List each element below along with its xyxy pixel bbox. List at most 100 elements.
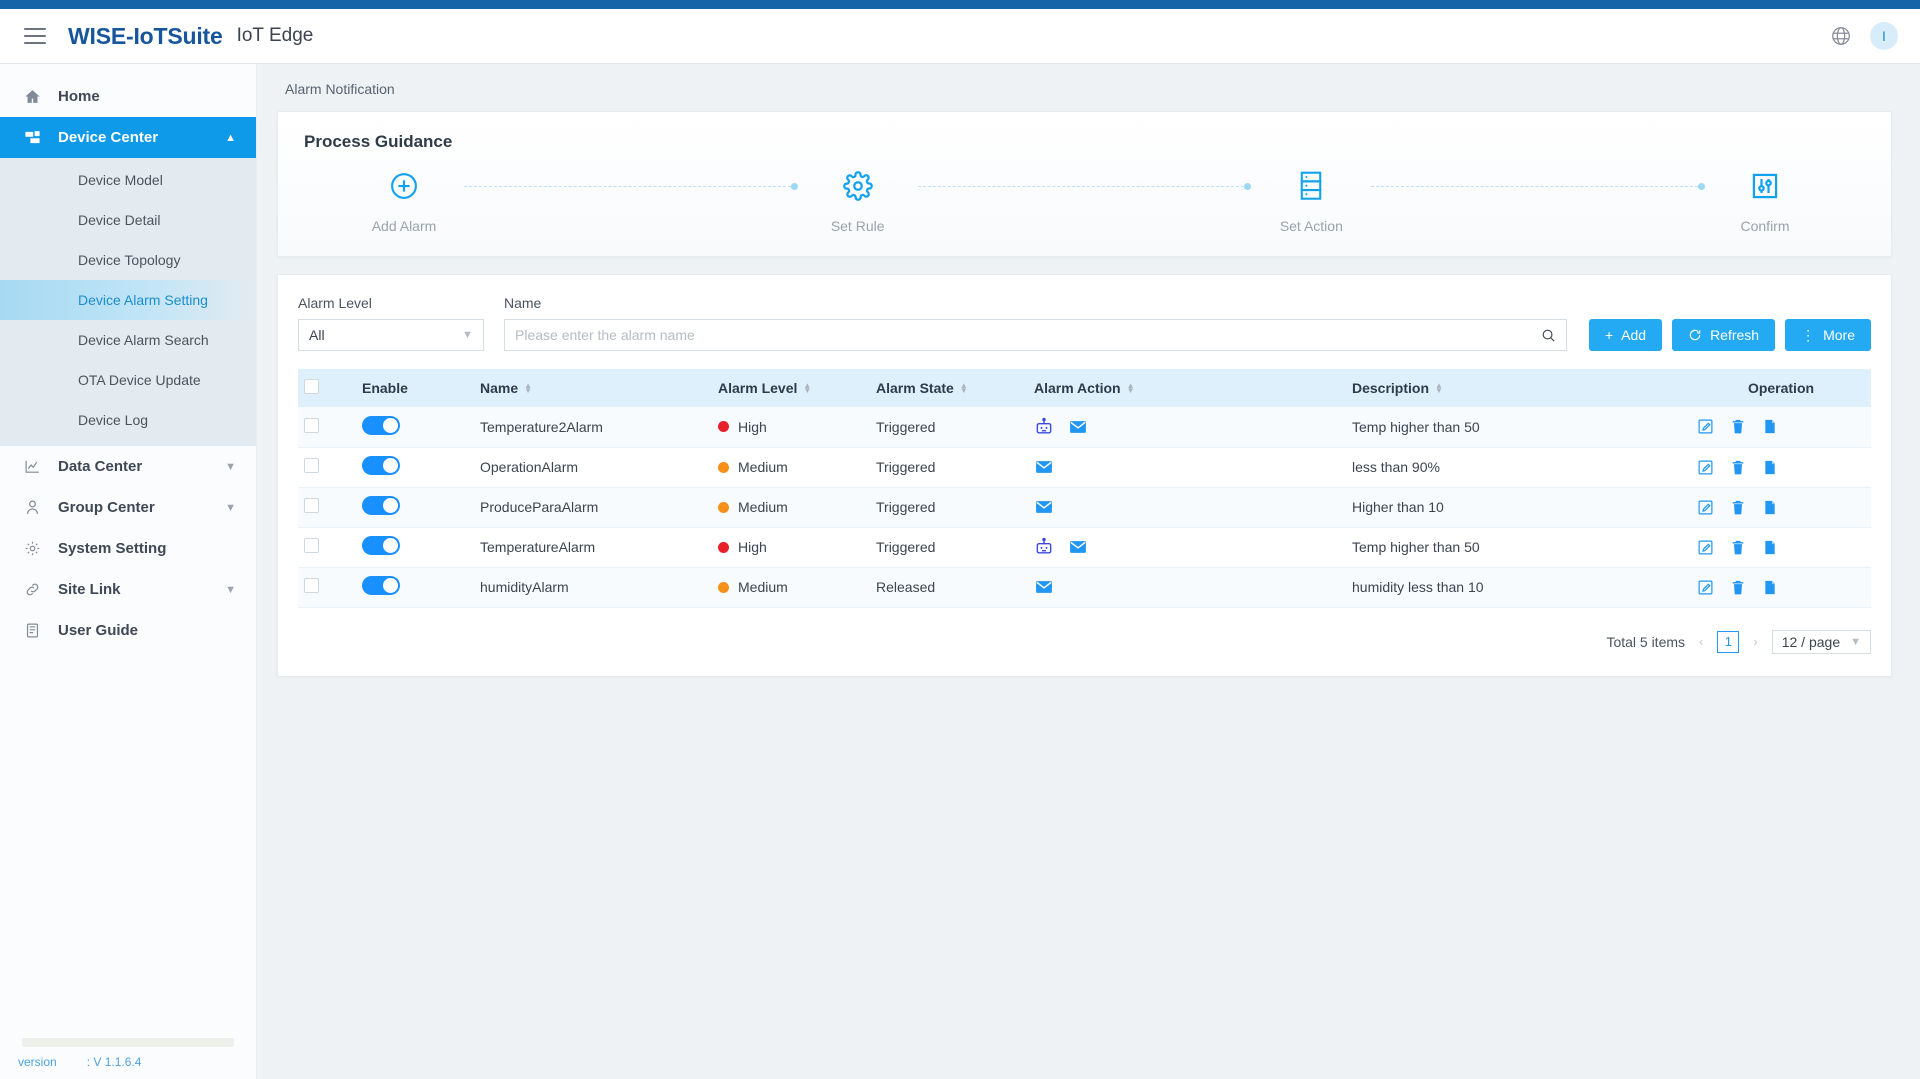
total-items-label: Total 5 items — [1606, 634, 1685, 650]
add-button[interactable]: + Add — [1589, 319, 1662, 351]
cell-description: Temp higher than 50 — [1346, 407, 1691, 447]
robot-icon[interactable] — [1034, 417, 1054, 437]
sort-icon[interactable]: ▲▼ — [1127, 383, 1135, 393]
cell-alarm-level: High — [712, 527, 870, 567]
delete-icon[interactable] — [1730, 539, 1746, 556]
alarm-description: Higher than 10 — [1352, 499, 1444, 515]
row-checkbox[interactable] — [304, 498, 319, 513]
enable-toggle[interactable] — [362, 456, 400, 475]
sidebar-item-data-center[interactable]: Data Center ▼ — [0, 446, 256, 487]
product-title: IoT Edge — [237, 25, 314, 47]
sidebar-item-label: Device Center — [58, 129, 158, 146]
step-label: Set Action — [1280, 218, 1343, 234]
sidebar-item-home[interactable]: Home — [0, 76, 256, 117]
copy-icon[interactable] — [1762, 459, 1778, 476]
sidebar-item-site-link[interactable]: Site Link ▼ — [0, 569, 256, 610]
sidebar-nav: Home Device Center ▲ Device Model Device… — [0, 64, 256, 651]
edit-icon[interactable] — [1697, 579, 1714, 596]
enable-toggle[interactable] — [362, 536, 400, 555]
refresh-button[interactable]: Refresh — [1672, 319, 1775, 351]
edit-icon[interactable] — [1697, 459, 1714, 476]
hamburger-menu-icon[interactable] — [24, 28, 46, 44]
sidebar-item-user-guide[interactable]: User Guide — [0, 610, 256, 651]
alarm-level-select[interactable]: All ▼ — [298, 319, 484, 351]
sidebar-subitem-device-topology[interactable]: Device Topology — [0, 240, 256, 280]
more-button[interactable]: ⋮ More — [1785, 319, 1871, 351]
th-alarm-state[interactable]: Alarm State ▲▼ — [870, 369, 1028, 407]
sidebar-subitem-device-model[interactable]: Device Model — [0, 160, 256, 200]
select-all-checkbox[interactable] — [304, 379, 319, 394]
mail-icon[interactable] — [1068, 537, 1088, 557]
row-checkbox[interactable] — [304, 578, 319, 593]
next-page-button[interactable]: › — [1753, 634, 1757, 649]
sort-icon[interactable]: ▲▼ — [803, 383, 811, 393]
column-label: Alarm State — [876, 380, 954, 396]
th-name[interactable]: Name ▲▼ — [474, 369, 712, 407]
edit-icon[interactable] — [1697, 418, 1714, 435]
sort-icon[interactable]: ▲▼ — [960, 383, 968, 393]
search-box[interactable] — [504, 319, 1567, 351]
alarm-level-text: Medium — [738, 579, 788, 595]
sidebar-item-group-center[interactable]: Group Center ▼ — [0, 487, 256, 528]
delete-icon[interactable] — [1730, 418, 1746, 435]
step-add-alarm[interactable]: Add Alarm — [344, 166, 464, 234]
edit-icon[interactable] — [1697, 499, 1714, 516]
globe-icon[interactable] — [1830, 25, 1852, 47]
alarm-level-text: Medium — [738, 499, 788, 515]
mail-icon[interactable] — [1034, 457, 1054, 477]
alarm-level-text: High — [738, 539, 767, 555]
cell-alarm-level: Medium — [712, 567, 870, 607]
page-size-select[interactable]: 12 / page ▼ — [1772, 630, 1871, 654]
row-checkbox[interactable] — [304, 418, 319, 433]
enable-toggle[interactable] — [362, 496, 400, 515]
step-set-action[interactable]: Set Action — [1251, 166, 1371, 234]
prev-page-button[interactable]: ‹ — [1699, 634, 1703, 649]
alarm-level-text: High — [738, 419, 767, 435]
search-input[interactable] — [515, 327, 1541, 343]
th-alarm-level[interactable]: Alarm Level ▲▼ — [712, 369, 870, 407]
cell-alarm-level: Medium — [712, 487, 870, 527]
copy-icon[interactable] — [1762, 579, 1778, 596]
avatar[interactable]: I — [1870, 22, 1898, 50]
copy-icon[interactable] — [1762, 539, 1778, 556]
enable-toggle[interactable] — [362, 416, 400, 435]
sidebar-subitem-device-detail[interactable]: Device Detail — [0, 200, 256, 240]
search-icon[interactable] — [1541, 328, 1556, 343]
cell-description: humidity less than 10 — [1346, 567, 1691, 607]
alarm-name: Temperature2Alarm — [480, 419, 603, 435]
sidebar-subitem-device-alarm-setting[interactable]: Device Alarm Setting — [0, 280, 256, 320]
delete-icon[interactable] — [1730, 579, 1746, 596]
sort-icon[interactable]: ▲▼ — [524, 383, 532, 393]
enable-toggle[interactable] — [362, 576, 400, 595]
page-number-1[interactable]: 1 — [1717, 631, 1739, 653]
copy-icon[interactable] — [1762, 499, 1778, 516]
alarm-state-text: Triggered — [876, 459, 935, 475]
mail-icon[interactable] — [1034, 577, 1054, 597]
alarm-state-text: Triggered — [876, 419, 935, 435]
th-alarm-action[interactable]: Alarm Action ▲▼ — [1028, 369, 1346, 407]
gear-icon — [843, 166, 873, 206]
row-checkbox[interactable] — [304, 538, 319, 553]
sort-icon[interactable]: ▲▼ — [1435, 383, 1443, 393]
sidebar-item-device-center[interactable]: Device Center ▲ — [0, 117, 256, 158]
mail-icon[interactable] — [1034, 497, 1054, 517]
step-set-rule[interactable]: Set Rule — [798, 166, 918, 234]
row-checkbox[interactable] — [304, 458, 319, 473]
robot-icon[interactable] — [1034, 537, 1054, 557]
cell-operation — [1691, 567, 1871, 607]
alarm-name: OperationAlarm — [480, 459, 578, 475]
add-button-label: Add — [1621, 327, 1646, 343]
sidebar-item-system-setting[interactable]: System Setting — [0, 528, 256, 569]
alarm-description: Temp higher than 50 — [1352, 539, 1480, 555]
delete-icon[interactable] — [1730, 459, 1746, 476]
sidebar-subitem-device-log[interactable]: Device Log — [0, 400, 256, 440]
sidebar-subitem-ota-device-update[interactable]: OTA Device Update — [0, 360, 256, 400]
step-confirm[interactable]: Confirm — [1705, 166, 1825, 234]
th-description[interactable]: Description ▲▼ — [1346, 369, 1691, 407]
delete-icon[interactable] — [1730, 499, 1746, 516]
sidebar-subitem-device-alarm-search[interactable]: Device Alarm Search — [0, 320, 256, 360]
copy-icon[interactable] — [1762, 418, 1778, 435]
th-enable: Enable — [356, 369, 474, 407]
mail-icon[interactable] — [1068, 417, 1088, 437]
edit-icon[interactable] — [1697, 539, 1714, 556]
